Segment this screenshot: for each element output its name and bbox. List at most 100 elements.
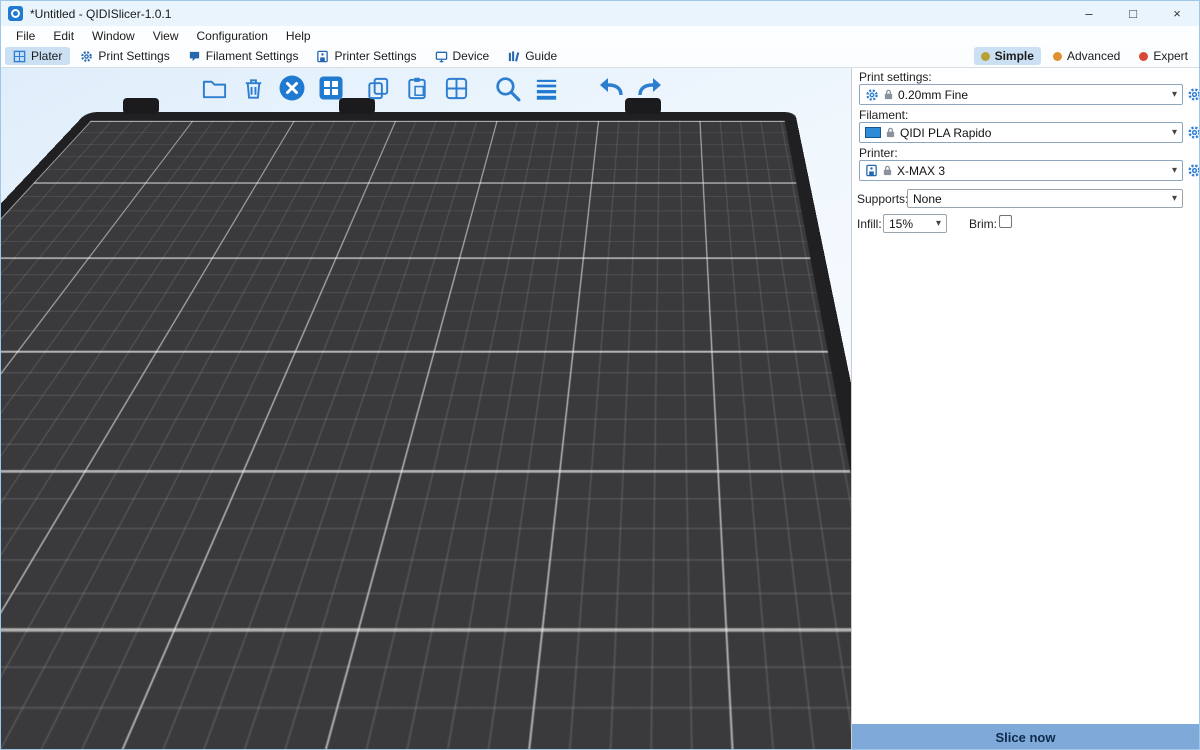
chevron-down-icon: ▾	[1172, 194, 1177, 204]
open-button[interactable]	[199, 73, 229, 103]
mode-simple[interactable]: Simple	[974, 47, 1041, 65]
infill-select[interactable]: 15% ▾	[883, 214, 947, 233]
preview-view-button[interactable]	[64, 696, 114, 744]
gear-icon	[80, 50, 93, 63]
tab-printer-settings-label: Printer Settings	[334, 49, 416, 63]
redo-icon	[635, 73, 665, 103]
delete-button[interactable]	[238, 73, 268, 103]
lock-icon	[885, 127, 896, 138]
main-area: Print settings: 0.20mm Fine ▾ Filament: …	[1, 68, 1199, 750]
printer-label: Printer:	[859, 146, 898, 160]
window-title: *Untitled - QIDISlicer-1.0.1	[30, 7, 171, 21]
menu-help[interactable]: Help	[277, 28, 320, 44]
print-settings-select[interactable]: 0.20mm Fine ▾	[859, 84, 1183, 105]
rotate-icon	[16, 399, 50, 433]
search-button[interactable]	[492, 73, 522, 103]
copy-icon	[365, 75, 392, 102]
layers-icon	[533, 75, 560, 102]
filament-label: Filament:	[859, 108, 908, 122]
delete-all-icon	[278, 74, 306, 102]
slice-now-button[interactable]: Slice now	[852, 724, 1199, 750]
edit-filament-gear-icon[interactable]	[1187, 125, 1200, 140]
gizmo-toolbar	[11, 272, 55, 560]
window-controls: – □ ×	[1067, 1, 1199, 26]
view-switcher	[3, 691, 119, 749]
delete-all-button[interactable]	[277, 73, 307, 103]
print-settings-label: Print settings:	[859, 70, 932, 84]
guide-icon	[507, 50, 520, 63]
menu-view[interactable]: View	[144, 28, 188, 44]
mirror-tool-button[interactable]	[11, 516, 55, 560]
tab-bar: Plater Print Settings Filament Settings …	[1, 45, 1199, 68]
redo-button[interactable]	[635, 73, 665, 103]
menu-file[interactable]: File	[7, 28, 44, 44]
tab-plater[interactable]: Plater	[5, 47, 70, 65]
split-icon	[443, 75, 470, 102]
trash-icon	[240, 75, 267, 102]
simple-mode-dot-icon	[981, 52, 990, 61]
move-tool-button[interactable]	[11, 272, 55, 316]
app-window: *Untitled - QIDISlicer-1.0.1 – □ × File …	[0, 0, 1200, 750]
arrange-button[interactable]	[316, 73, 346, 103]
filament-color-swatch	[865, 127, 881, 138]
tab-printer-settings[interactable]: Printer Settings	[308, 47, 424, 65]
filament-value: QIDI PLA Rapido	[900, 126, 991, 140]
paste-icon	[404, 75, 431, 102]
place-on-face-tool-button[interactable]	[11, 455, 55, 499]
supports-select[interactable]: None ▾	[907, 189, 1183, 208]
mode-expert-label: Expert	[1153, 49, 1188, 63]
close-button[interactable]: ×	[1155, 1, 1199, 26]
plater-toolbar	[199, 73, 665, 103]
edit-print-settings-gear-icon[interactable]	[1187, 87, 1200, 102]
undo-button[interactable]	[596, 73, 626, 103]
arrange-icon	[317, 74, 345, 102]
tab-device-label: Device	[453, 49, 490, 63]
tab-print-settings[interactable]: Print Settings	[72, 47, 177, 65]
chevron-down-icon: ▾	[1172, 90, 1177, 100]
scale-tool-button[interactable]	[11, 333, 55, 377]
infill-label: Infill:	[857, 217, 882, 231]
mirror-icon	[16, 521, 50, 555]
minimize-button[interactable]: –	[1067, 1, 1111, 26]
chevron-down-icon: ▾	[936, 219, 941, 229]
filament-select[interactable]: QIDI PLA Rapido ▾	[859, 122, 1183, 143]
menu-configuration[interactable]: Configuration	[188, 28, 277, 44]
rotate-tool-button[interactable]	[11, 394, 55, 438]
maximize-button[interactable]: □	[1111, 1, 1155, 26]
copy-button[interactable]	[363, 73, 393, 103]
lock-icon	[882, 165, 893, 176]
open-folder-icon	[201, 75, 228, 102]
tab-guide[interactable]: Guide	[499, 47, 565, 65]
mode-advanced[interactable]: Advanced	[1046, 47, 1127, 65]
mode-advanced-label: Advanced	[1067, 49, 1120, 63]
menu-bar: File Edit Window View Configuration Help	[1, 26, 1199, 45]
3d-viewport[interactable]	[1, 68, 851, 750]
tab-guide-label: Guide	[525, 49, 557, 63]
move-icon	[16, 277, 50, 311]
printer-select[interactable]: X-MAX 3 ▾	[859, 160, 1183, 181]
printer-icon	[865, 164, 878, 177]
filament-icon	[188, 50, 201, 63]
supports-label: Supports:	[857, 192, 908, 206]
mode-expert[interactable]: Expert	[1132, 47, 1195, 65]
tab-plater-label: Plater	[31, 49, 62, 63]
mouse-cursor	[585, 264, 603, 293]
variable-layer-height-button[interactable]	[531, 73, 561, 103]
tab-print-settings-label: Print Settings	[98, 49, 169, 63]
menu-window[interactable]: Window	[83, 28, 144, 44]
advanced-mode-dot-icon	[1053, 52, 1062, 61]
tab-filament-settings[interactable]: Filament Settings	[180, 47, 307, 65]
paste-button[interactable]	[402, 73, 432, 103]
tab-device[interactable]: Device	[427, 47, 498, 65]
editor-view-button[interactable]	[8, 696, 58, 744]
split-button[interactable]	[441, 73, 471, 103]
scale-icon	[16, 338, 50, 372]
cube-3d-icon	[14, 701, 52, 739]
edit-printer-gear-icon[interactable]	[1187, 163, 1200, 178]
brim-checkbox[interactable]	[999, 215, 1012, 228]
layers-stack-icon	[70, 701, 108, 739]
menu-edit[interactable]: Edit	[44, 28, 83, 44]
bed-clip	[123, 98, 159, 114]
printer-value: X-MAX 3	[897, 164, 945, 178]
lock-icon	[883, 89, 894, 100]
